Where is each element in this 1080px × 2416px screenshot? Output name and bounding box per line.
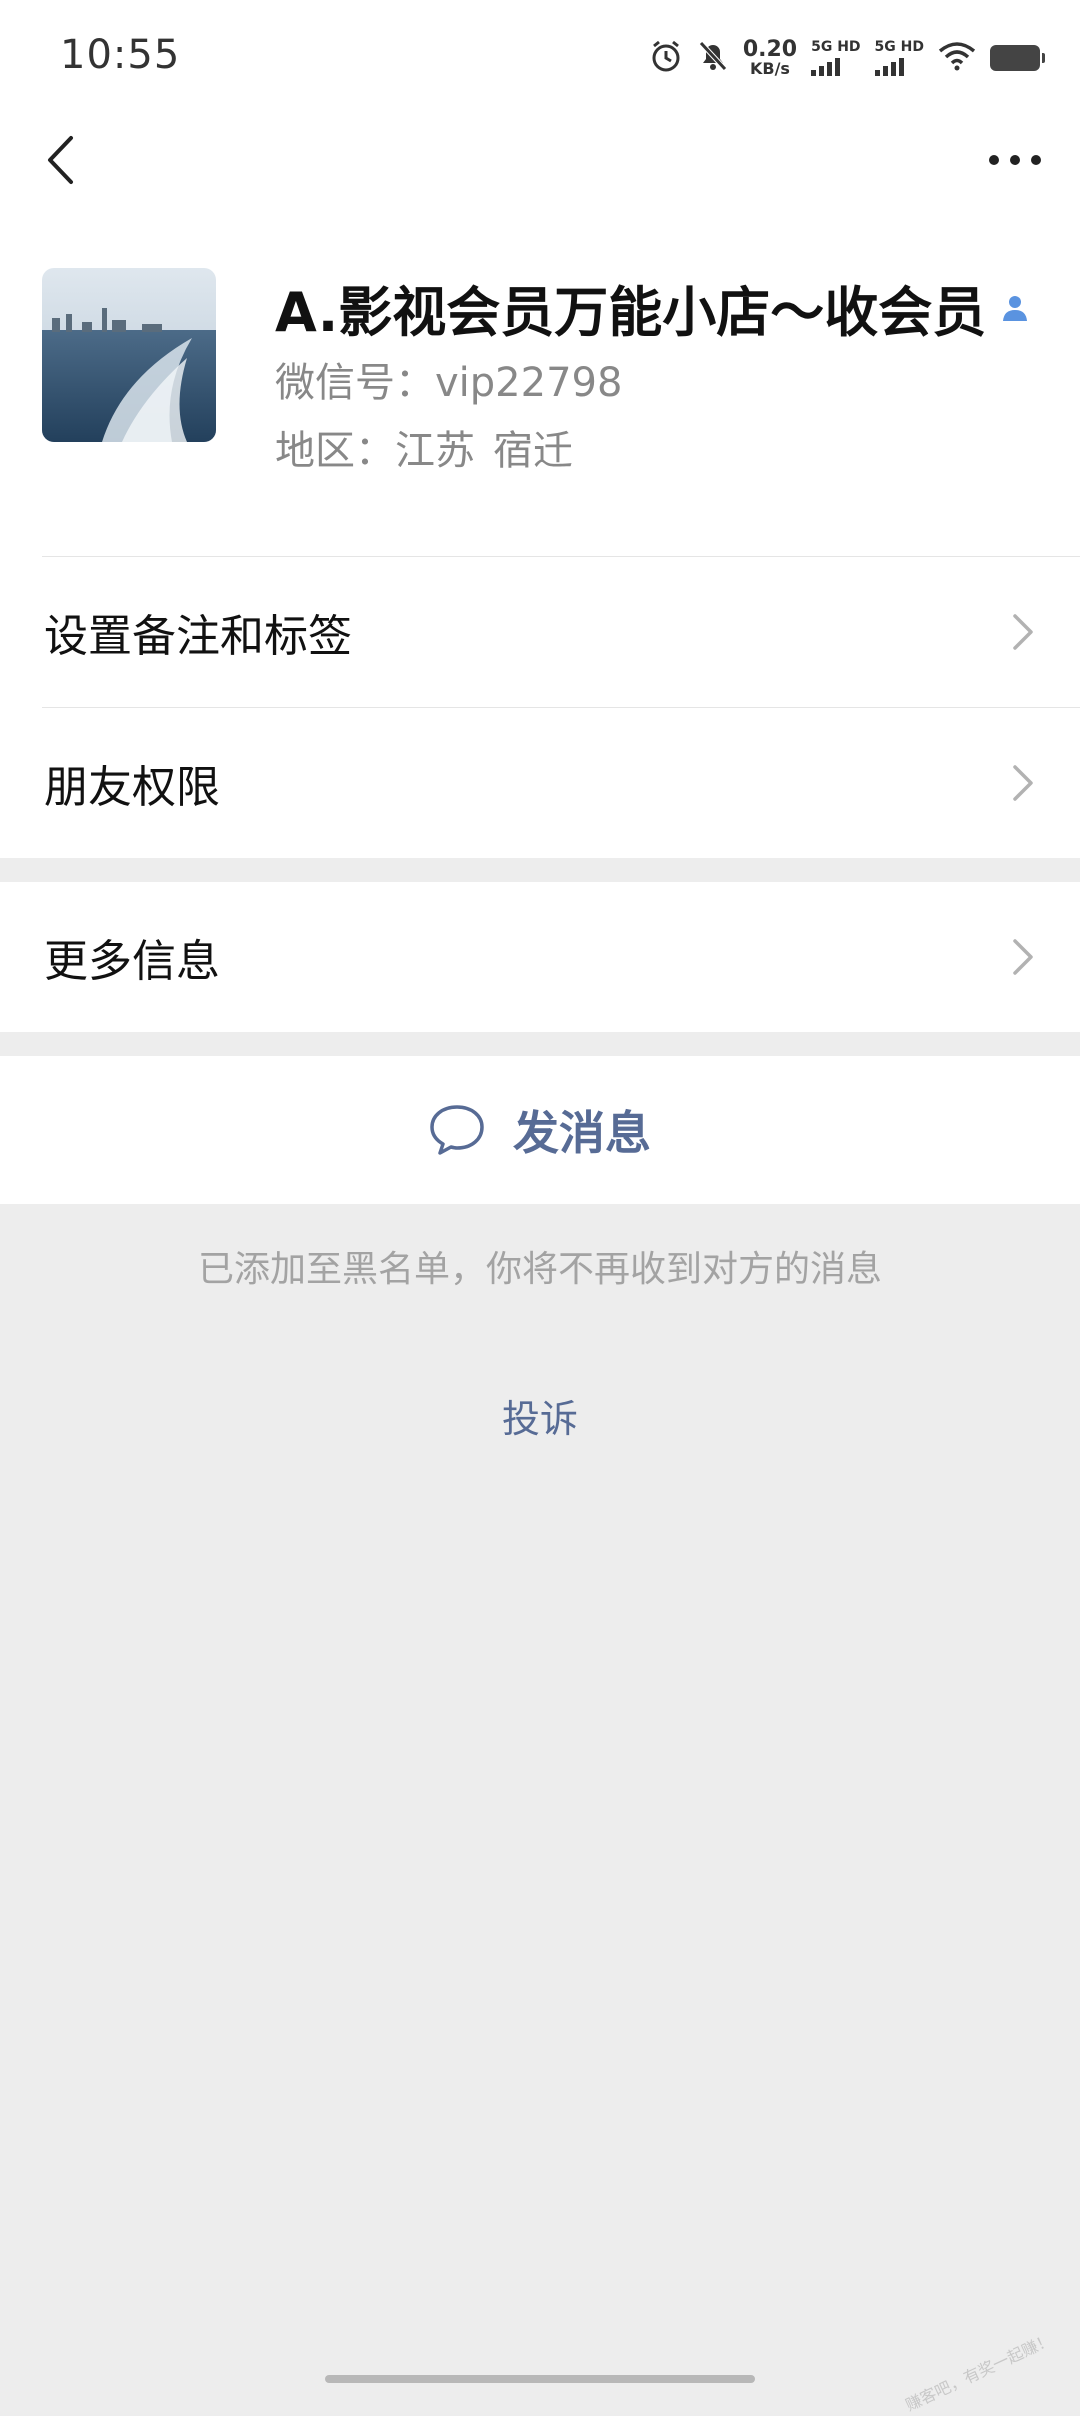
chevron-right-icon	[1013, 614, 1033, 650]
sim1-label: 5G HD	[811, 39, 861, 55]
region-city: 宿迁	[493, 428, 573, 474]
battery-icon	[990, 45, 1045, 71]
sim1-signal: 5G HD	[811, 39, 861, 76]
back-arrow-icon	[48, 136, 73, 184]
network-speed-unit: KB/s	[749, 59, 790, 78]
menu-item-remark-tags[interactable]: 设置备注和标签	[0, 557, 1080, 707]
alarm-icon	[649, 39, 683, 77]
chat-bubble-icon	[430, 1105, 484, 1155]
signal-bars-icon	[874, 58, 904, 76]
network-speed-value: 0.20	[742, 37, 798, 62]
profile-name-text: A.影视会员万能小店～收会员	[275, 281, 987, 344]
avatar-image	[42, 268, 216, 442]
status-icons: 0.20 KB/s 5G HD 5G HD	[649, 36, 1045, 80]
send-message-label: 发消息	[513, 1106, 651, 1160]
avatar[interactable]	[42, 268, 216, 442]
chevron-right-icon	[1013, 765, 1033, 801]
back-button[interactable]	[30, 125, 90, 195]
watermark: 赚客吧，有奖一起赚！	[902, 2329, 1056, 2415]
region: 地区：江苏 宿迁	[275, 418, 573, 476]
section-gap	[0, 1032, 1080, 1056]
menu-item-label: 更多信息	[44, 936, 220, 987]
sim2-signal: 5G HD	[874, 39, 924, 76]
sim2-label: 5G HD	[874, 39, 924, 55]
profile-name: A.影视会员万能小店～收会员	[275, 268, 1030, 347]
ellipsis-icon	[989, 155, 1041, 165]
wifi-icon	[938, 41, 976, 75]
network-speed: 0.20 KB/s	[743, 39, 797, 77]
menu-item-more-info[interactable]: 更多信息	[0, 882, 1080, 1032]
send-message-button[interactable]: 发消息	[0, 1056, 1080, 1204]
mute-bell-icon	[697, 39, 729, 77]
contact-person-icon	[1003, 295, 1028, 321]
blacklist-notice: 已添加至黑名单，你将不再收到对方的消息	[197, 1249, 882, 1290]
menu-item-label: 朋友权限	[44, 762, 220, 813]
menu-item-friend-permissions[interactable]: 朋友权限	[0, 708, 1080, 858]
status-bar: 10:55 0.20 KB/s 5G HD 5G HD	[0, 0, 1080, 110]
more-options-button[interactable]	[970, 130, 1060, 190]
signal-bars-icon	[811, 58, 841, 76]
menu-item-label: 设置备注和标签	[44, 611, 352, 662]
home-indicator[interactable]	[325, 2375, 755, 2383]
chevron-right-icon	[1013, 939, 1033, 975]
wechat-id: 微信号：vip22798	[275, 360, 623, 406]
status-time: 10:55	[60, 32, 181, 78]
region-province: 地区：江苏	[275, 428, 475, 474]
section-gap	[0, 858, 1080, 882]
complain-link[interactable]: 投诉	[0, 1388, 1080, 1443]
